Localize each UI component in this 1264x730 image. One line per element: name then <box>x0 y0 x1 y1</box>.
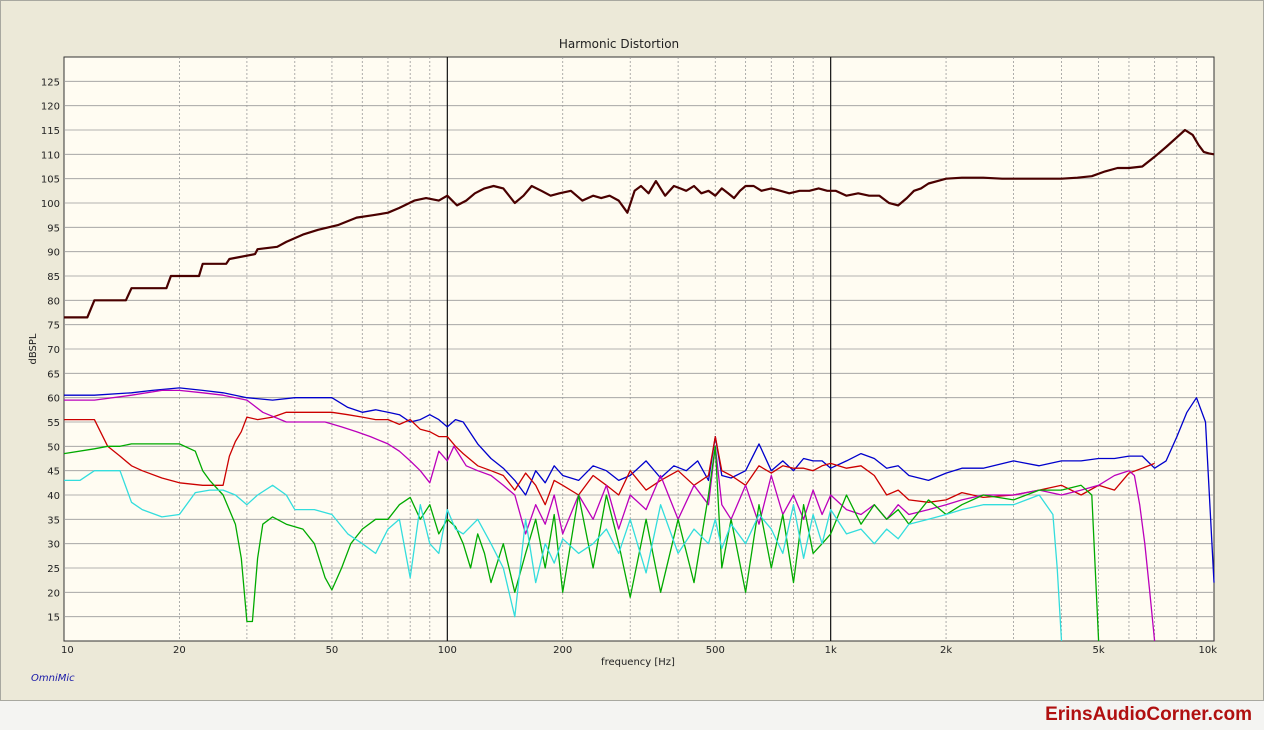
y-tick-label: 105 <box>41 175 60 186</box>
y-tick-label: 15 <box>47 613 60 624</box>
y-tick-label: 30 <box>47 540 60 551</box>
footer-bar: ErinsAudioCorner.com <box>0 701 1264 730</box>
x-tick-label: 50 <box>326 645 339 656</box>
x-tick-label: 10 <box>61 645 74 656</box>
y-tick-label: 25 <box>47 564 60 575</box>
y-tick-label: 60 <box>47 394 60 405</box>
y-tick-label: 20 <box>47 588 60 599</box>
x-tick-label: 200 <box>553 645 572 656</box>
x-tick-label: 20 <box>173 645 186 656</box>
y-tick-label: 75 <box>47 321 60 332</box>
y-tick-label: 35 <box>47 515 60 526</box>
distortion-chart: Harmonic Distortion 15 20 25 30 35 40 45 50 55 60… <box>28 37 1217 668</box>
y-tick-label: 125 <box>41 77 60 88</box>
x-tick-label: 2k <box>940 645 952 656</box>
y-tick-label: 95 <box>47 223 60 234</box>
y-tick-label: 65 <box>47 369 60 380</box>
y-tick-label: 110 <box>41 150 60 161</box>
y-tick-label: 120 <box>41 102 60 113</box>
x-tick-label: 500 <box>706 645 725 656</box>
y-tick-label: 70 <box>47 345 60 356</box>
y-tick-label: 90 <box>47 248 60 259</box>
x-axis-label: frequency [Hz] <box>601 657 675 668</box>
y-tick-label: 85 <box>47 272 60 283</box>
y-tick-label: 40 <box>47 491 60 502</box>
x-tick-label: 5k <box>1093 645 1105 656</box>
x-tick-label: 1k <box>825 645 837 656</box>
y-tick-label: 50 <box>47 442 60 453</box>
y-tick-label: 45 <box>47 467 60 478</box>
y-tick-label: 55 <box>47 418 60 429</box>
y-tick-label: 80 <box>47 296 60 307</box>
y-tick-label: 115 <box>41 126 60 137</box>
app-label: OmniMic <box>31 673 75 684</box>
chart-title: Harmonic Distortion <box>559 37 679 51</box>
x-axis-ticks: 10 20 50 100 200 500 1k 2k 5k 10k <box>61 645 1217 656</box>
app-window: Harmonic Distortion 15 20 25 30 35 40 45 50 55 60… <box>0 0 1264 701</box>
y-axis-label: dBSPL <box>28 333 39 364</box>
x-tick-label: 100 <box>438 645 457 656</box>
site-label: ErinsAudioCorner.com <box>1045 704 1252 725</box>
y-tick-label: 100 <box>41 199 60 210</box>
x-tick-label: 10k <box>1198 645 1217 656</box>
y-axis-ticks: 15 20 25 30 35 40 45 50 55 60 65 70 75 80 85 90 95 100 105… <box>41 77 60 623</box>
